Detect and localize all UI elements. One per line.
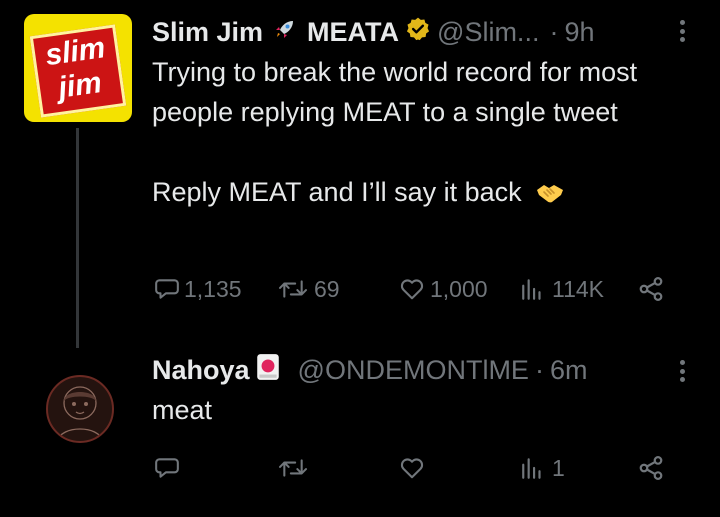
more-icon[interactable] (680, 20, 686, 42)
handle[interactable]: @ONDEMONTlME (298, 355, 529, 386)
views-count: 1 (552, 454, 565, 481)
like-icon (398, 455, 426, 481)
tweet-text-line-1: Trying to break the world record for mos… (152, 57, 638, 127)
tweet-main[interactable]: slim jim Slim Jim MEATA @Slim... · 9h Tr… (0, 0, 720, 348)
repost-count: 69 (314, 275, 340, 302)
share-icon (636, 275, 666, 303)
repost-icon (276, 276, 310, 302)
tweet-header: Nahoya @ONDEMONTlME · 6m (152, 352, 587, 388)
like-count: 1,000 (430, 275, 488, 302)
reply-icon (154, 276, 180, 302)
reply-button[interactable]: 1,135 (154, 269, 242, 309)
slim-jim-avatar[interactable]: slim jim (24, 14, 132, 122)
timestamp[interactable]: 6m (550, 355, 588, 386)
repost-button[interactable] (276, 448, 310, 488)
like-button[interactable]: 1,000 (398, 269, 488, 309)
tweet-text: Trying to break the world record for mos… (152, 52, 692, 216)
timestamp[interactable]: 9h (564, 17, 594, 48)
verified-badge-icon (405, 16, 431, 49)
reply-icon (154, 455, 180, 481)
repost-button[interactable]: 69 (276, 269, 340, 309)
share-button[interactable] (636, 448, 666, 488)
avatar[interactable] (46, 375, 114, 443)
separator-dot: · (534, 354, 544, 385)
display-name[interactable]: Slim Jim (152, 17, 263, 48)
repost-icon (276, 455, 310, 481)
reply-count: 1,135 (184, 275, 242, 302)
handle[interactable]: @Slim... (437, 17, 539, 48)
slim-jim-logo: slim jim (29, 24, 127, 118)
tweet-text-line-1: meat (152, 395, 213, 425)
card-emoji-icon (256, 353, 280, 388)
tweet-actions: 1,135 69 1,000 114K (152, 269, 682, 309)
tweet-text: meat (152, 390, 692, 430)
tweet-reply[interactable]: Nahoya @ONDEMONTlME · 6m meat 1 (0, 320, 720, 517)
tweet-text-line-2: Reply MEAT and I’ll say it back (152, 172, 692, 216)
views-icon (518, 276, 548, 302)
tweet-actions: 1 (152, 448, 682, 488)
more-icon[interactable] (680, 360, 686, 382)
views-button[interactable]: 114K (518, 269, 604, 309)
tweet-header: Slim Jim MEATA @Slim... · 9h (152, 14, 595, 50)
like-icon (398, 276, 426, 302)
thread-line (76, 128, 79, 348)
display-name[interactable]: Nahoya (152, 355, 250, 386)
handshake-emoji-icon (535, 176, 565, 216)
views-icon (518, 455, 548, 481)
views-count: 114K (552, 275, 605, 302)
reply-button[interactable] (154, 448, 180, 488)
tweet-text-line-2-text: Reply MEAT and I’ll say it back (152, 177, 522, 207)
share-icon (636, 454, 666, 482)
rocket-icon (273, 17, 297, 48)
share-button[interactable] (636, 269, 666, 309)
separator-dot: · (549, 16, 559, 47)
views-button[interactable]: 1 (518, 448, 565, 488)
like-button[interactable] (398, 448, 426, 488)
display-name-suffix[interactable]: MEATA (307, 17, 399, 48)
